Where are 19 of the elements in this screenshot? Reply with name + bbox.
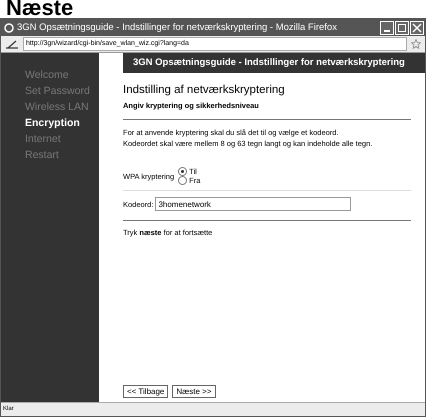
page-heading: Næste (5, 0, 74, 16)
close-icon (412, 22, 422, 32)
nav-button[interactable]: << Tilbage (123, 385, 168, 398)
close-button[interactable] (410, 20, 424, 34)
browser-icon (4, 22, 14, 32)
nav-button[interactable]: Næste >> (172, 385, 216, 398)
maximize-icon (397, 22, 407, 32)
page-icon (5, 39, 19, 49)
minimize-icon (384, 30, 390, 32)
minimize-button[interactable] (380, 20, 394, 34)
star-icon[interactable] (411, 39, 421, 49)
radio-button[interactable] (178, 176, 188, 185)
password-field[interactable]: 3homenetwork (155, 197, 352, 211)
page-header: 3GN Opsætningsguide - Indstillinger for netværkskryptering (123, 53, 425, 73)
window-title: 3GN Opsætningsguide - Indstillinger for netværkskryptering - Mozilla Firefox (17, 22, 338, 33)
radio-button[interactable] (178, 167, 188, 176)
maximize-button[interactable] (395, 20, 409, 34)
section-title: Indstilling af netværkskryptering (123, 84, 286, 96)
sidebar-item[interactable]: Encryption (1, 115, 99, 131)
